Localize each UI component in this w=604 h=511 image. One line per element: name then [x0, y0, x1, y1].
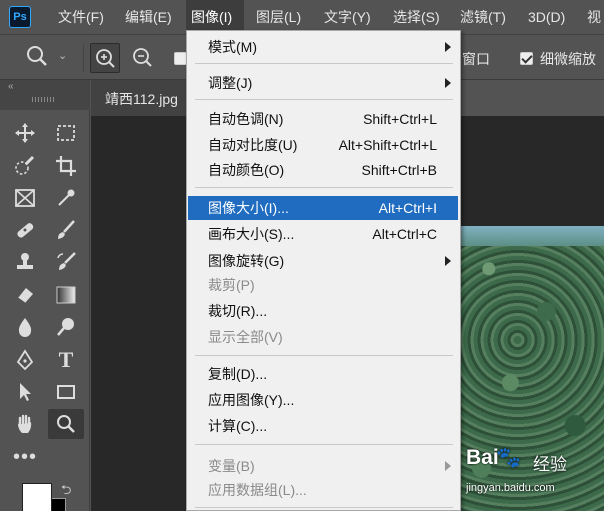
- history-brush-tool-icon[interactable]: [48, 247, 84, 277]
- eraser-tool-icon[interactable]: [7, 280, 43, 310]
- menu-item-apply-data-set: 应用数据组(L)...: [208, 482, 307, 498]
- menu-item-duplicate[interactable]: 复制(D)...: [187, 362, 460, 386]
- baidu-jingyan-watermark: Bai 🐾 经验 jingyan.baidu.com: [466, 446, 567, 494]
- submenu-arrow-icon: [445, 256, 451, 266]
- zoom-in-button[interactable]: [90, 43, 120, 73]
- menu-file[interactable]: 文件(F): [53, 0, 109, 34]
- menu-bar: Ps 文件(F) 编辑(E) 图像(I) 图层(L) 文字(Y) 选择(S) 滤…: [0, 0, 604, 34]
- frame-tool-icon[interactable]: [7, 183, 43, 213]
- menu-type[interactable]: 文字(Y): [319, 0, 376, 34]
- menu-item-mode[interactable]: 模式(M): [187, 35, 460, 59]
- collapse-arrows-icon[interactable]: «: [8, 81, 14, 92]
- zoom-tool-selected-icon[interactable]: [48, 409, 84, 439]
- menu-item-canvas-size[interactable]: 画布大小(S)... Alt+Ctrl+C: [187, 222, 460, 246]
- tool-preset-chevron-down-icon[interactable]: ⌄: [58, 49, 67, 62]
- menu-3d[interactable]: 3D(D): [523, 0, 570, 34]
- swap-colors-icon[interactable]: ⮌: [61, 481, 71, 503]
- menu-separator: [195, 99, 453, 100]
- pen-tool-icon[interactable]: [7, 345, 43, 375]
- document-tab[interactable]: 靖西112.jpg: [91, 80, 191, 116]
- blur-tool-icon[interactable]: [7, 312, 43, 342]
- zoom-out-button[interactable]: [128, 43, 158, 73]
- clone-stamp-tool-icon[interactable]: [7, 247, 43, 277]
- healing-brush-tool-icon[interactable]: [7, 215, 43, 245]
- menu-item-apply-image[interactable]: 应用图像(Y)...: [187, 388, 460, 412]
- rectangle-tool-icon[interactable]: [48, 377, 84, 407]
- menu-item-reveal-all: 显示全部(V): [208, 329, 283, 345]
- fine-zoom-label: 细微缩放: [540, 51, 596, 67]
- submenu-arrow-icon: [445, 461, 451, 471]
- brush-tool-icon[interactable]: [48, 215, 84, 245]
- menu-separator: [195, 444, 453, 445]
- marquee-tool-icon[interactable]: [48, 118, 84, 148]
- more-tools-icon[interactable]: •••: [7, 442, 43, 472]
- menu-separator: [195, 187, 453, 188]
- photo-sky-strip: [460, 226, 604, 246]
- menu-item-crop: 裁剪(P): [208, 277, 255, 293]
- menu-item-adjustments[interactable]: 调整(J): [187, 71, 460, 95]
- menu-image[interactable]: 图像(I): [186, 0, 244, 34]
- foreground-color-swatch[interactable]: [22, 483, 52, 511]
- menu-item-image-rotation[interactable]: 图像旋转(G): [187, 249, 460, 273]
- watermark-brand: Bai: [466, 446, 499, 469]
- fine-zoom-checkbox[interactable]: [520, 52, 533, 65]
- menu-layer[interactable]: 图层(L): [251, 0, 306, 34]
- resize-windows-label: 窗口: [462, 51, 490, 67]
- document-tab-title: 靖西112.jpg: [105, 91, 178, 107]
- menu-item-auto-color[interactable]: 自动颜色(O) Shift+Ctrl+B: [187, 158, 460, 182]
- menu-separator: [195, 355, 453, 356]
- menu-edit[interactable]: 编辑(E): [120, 0, 177, 34]
- menu-item-calculations[interactable]: 计算(C)...: [187, 414, 460, 438]
- menu-item-image-size[interactable]: 图像大小(I)... Alt+Ctrl+I: [188, 196, 458, 220]
- menu-filter[interactable]: 滤镜(T): [455, 0, 511, 34]
- watermark-url: jingyan.baidu.com: [466, 482, 555, 494]
- zoom-tool-icon[interactable]: [25, 44, 49, 73]
- hand-tool-icon[interactable]: [7, 409, 43, 439]
- image-menu-dropdown: 模式(M) 调整(J) 自动色调(N) Shift+Ctrl+L 自动对比度(U)…: [186, 30, 461, 511]
- menu-separator: [195, 63, 453, 64]
- submenu-arrow-icon: [445, 42, 451, 52]
- divider: [83, 44, 84, 72]
- eyedropper-tool-icon[interactable]: [48, 183, 84, 213]
- photoshop-logo-icon: Ps: [9, 6, 31, 28]
- menu-select[interactable]: 选择(S): [388, 0, 445, 34]
- menu-item-auto-contrast[interactable]: 自动对比度(U) Alt+Shift+Ctrl+L: [187, 133, 460, 157]
- tools-panel: « T ••• ⮌: [0, 80, 90, 511]
- menu-item-trim[interactable]: 裁切(R)...: [187, 299, 460, 323]
- panel-grip[interactable]: [32, 97, 56, 102]
- tools-panel-header[interactable]: «: [0, 80, 90, 110]
- gradient-tool-icon[interactable]: [48, 280, 84, 310]
- dodge-tool-icon[interactable]: [48, 312, 84, 342]
- menu-item-auto-tone[interactable]: 自动色调(N) Shift+Ctrl+L: [187, 107, 460, 131]
- menu-view[interactable]: 视: [582, 0, 604, 34]
- submenu-arrow-icon: [445, 78, 451, 88]
- move-tool-icon[interactable]: [7, 118, 43, 148]
- watermark-brand-cn: 经验: [533, 455, 567, 474]
- quick-selection-tool-icon[interactable]: [7, 151, 43, 181]
- menu-separator: [195, 507, 453, 508]
- menu-item-variables: 变量(B): [187, 454, 460, 478]
- crop-tool-icon[interactable]: [48, 151, 84, 181]
- type-tool-icon[interactable]: T: [48, 345, 84, 375]
- path-selection-tool-icon[interactable]: [7, 377, 43, 407]
- paw-icon: 🐾: [496, 447, 521, 469]
